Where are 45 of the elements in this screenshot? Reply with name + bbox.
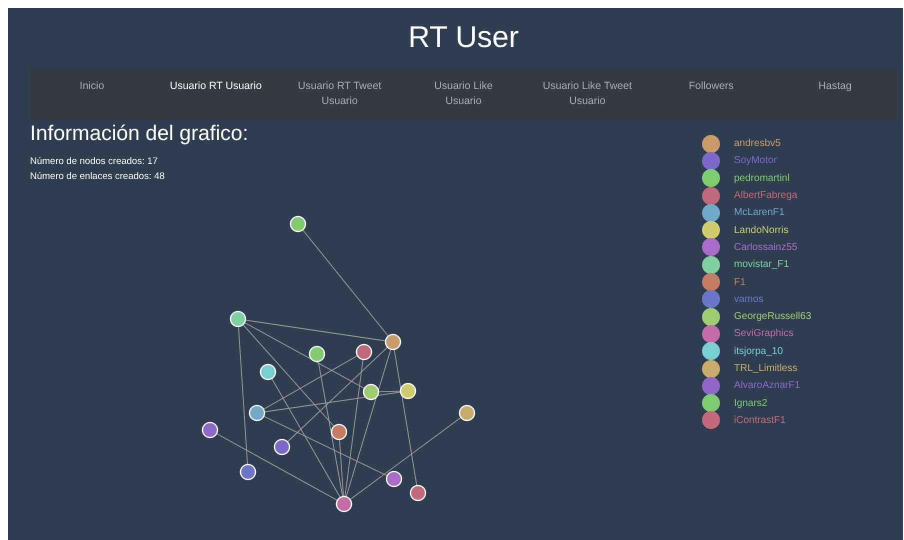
graph-node[interactable] (260, 364, 276, 380)
nav-link[interactable]: Usuario RT Tweet Usuario (294, 79, 385, 109)
legend-label: vamos (734, 294, 764, 305)
graph-node[interactable] (384, 334, 402, 350)
legend-label: GeorgeRussell63 (734, 311, 812, 322)
nav-link[interactable]: Usuario Like Usuario (418, 79, 508, 109)
graph-node[interactable] (308, 346, 326, 362)
legend-label: TRL_Limitless (734, 363, 798, 374)
legend-label: Carlossainz55 (734, 242, 798, 253)
legend-label: itsjorpa_10 (734, 346, 783, 357)
legend-label: SeviGraphics (734, 328, 794, 340)
nav-link[interactable]: Inicio (80, 79, 104, 94)
legend-label: McLarenF1 (734, 207, 785, 218)
legend-label: LandoNorris (734, 224, 788, 236)
legend-label: andresbv5 (734, 138, 781, 150)
graph-node[interactable] (330, 424, 348, 440)
legend-label: AlvaroAznarF1 (734, 380, 800, 392)
nav-link[interactable]: Hastag (818, 79, 852, 94)
legend-label: SoyMotor (734, 155, 777, 166)
graph-node[interactable] (400, 382, 416, 400)
graph-node[interactable] (410, 484, 426, 502)
legend-label: F1 (734, 276, 746, 288)
graph-node[interactable] (336, 496, 352, 512)
graph-node[interactable] (274, 438, 290, 456)
graph-node[interactable] (362, 384, 380, 400)
graph-node[interactable] (290, 216, 306, 232)
graph-node[interactable] (230, 310, 246, 328)
legend-label: AlbertFabrega (734, 190, 798, 202)
page-title: RT User (407, 20, 520, 56)
info-heading: Información del grafico: (30, 122, 250, 146)
nav-link[interactable]: Followers (688, 79, 734, 94)
legend-label: Ignars2 (734, 398, 768, 409)
graph-node[interactable] (248, 404, 266, 422)
info-text: Número de enlaces creados: 48 (30, 170, 166, 184)
nav-link[interactable]: Usuario Like Tweet Usuario (542, 79, 632, 109)
legend-label: movistar_F1 (734, 259, 790, 270)
graph-node[interactable] (356, 344, 372, 360)
info-text: Número de nodos creados: 17 (30, 155, 159, 169)
graph-node[interactable] (240, 464, 256, 480)
nav-link[interactable]: Usuario RT Usuario (170, 79, 262, 94)
legend-label: pedromartinl (734, 172, 790, 184)
graph-node[interactable] (458, 404, 476, 422)
legend-label: iContrastF1 (734, 414, 786, 426)
graph-node[interactable] (386, 470, 402, 488)
graph-node[interactable] (202, 422, 218, 438)
